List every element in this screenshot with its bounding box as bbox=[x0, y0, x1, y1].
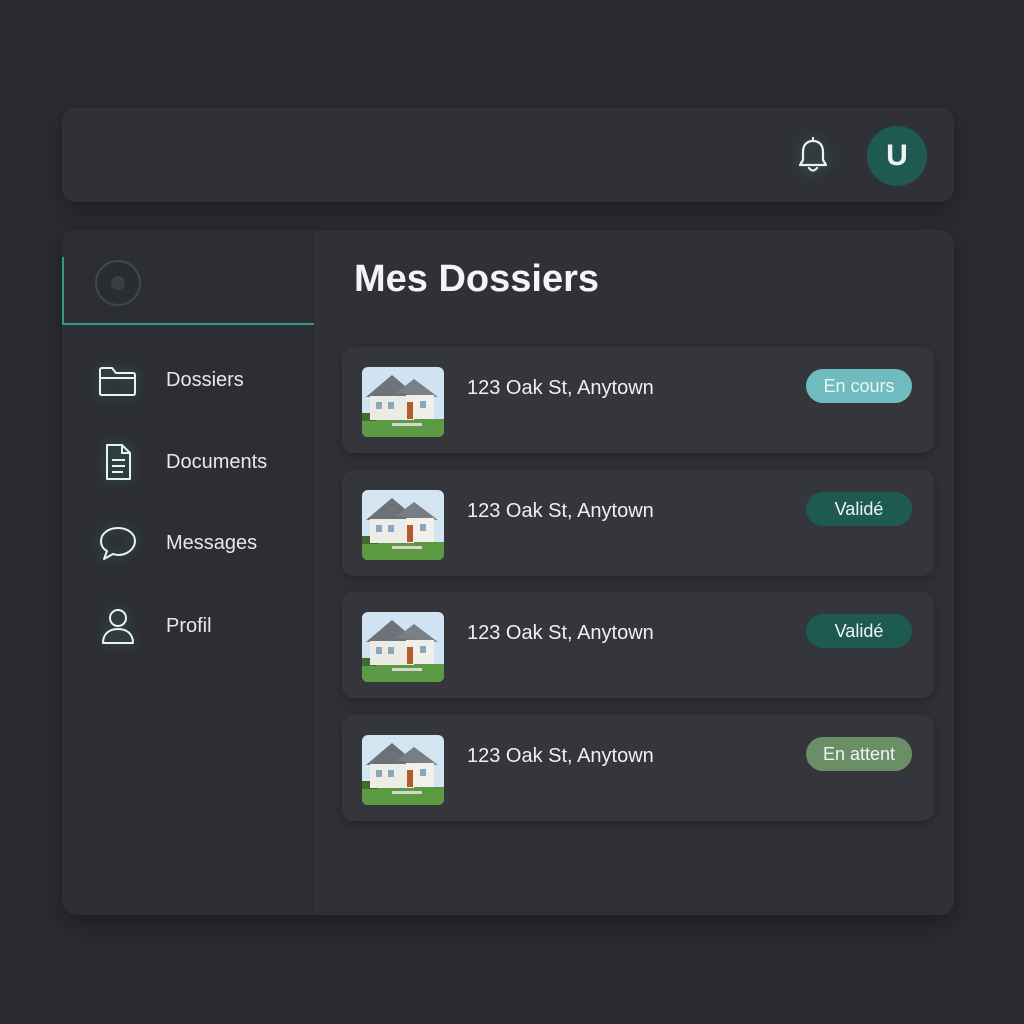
sidebar-item-messages[interactable]: Messages bbox=[62, 515, 314, 571]
house-thumbnail bbox=[362, 735, 444, 805]
row-address: 123 Oak St, Anytown bbox=[467, 377, 654, 399]
page-title: Mes Dossiers bbox=[354, 258, 600, 300]
list-item[interactable]: 123 Oak St, Anytown En attent bbox=[342, 715, 934, 821]
list-item[interactable]: 123 Oak St, Anytown Validé bbox=[342, 470, 934, 576]
main-panel: Dossiers Documents Messages Profil Mes D… bbox=[62, 230, 954, 915]
status-badge: Validé bbox=[806, 492, 912, 526]
row-address: 123 Oak St, Anytown bbox=[467, 622, 654, 644]
logo-area bbox=[62, 257, 314, 325]
row-address: 123 Oak St, Anytown bbox=[467, 745, 654, 767]
avatar[interactable]: U bbox=[867, 126, 927, 186]
status-badge: En attent bbox=[806, 737, 912, 771]
list-item[interactable]: 123 Oak St, Anytown Validé bbox=[342, 592, 934, 698]
house-thumbnail bbox=[362, 367, 444, 437]
house-thumbnail bbox=[362, 612, 444, 682]
avatar-initial: U bbox=[886, 139, 908, 172]
list-item[interactable]: 123 Oak St, Anytown En cours bbox=[342, 347, 934, 453]
house-thumbnail bbox=[362, 490, 444, 560]
chat-bubble-icon bbox=[97, 522, 139, 564]
sidebar-item-label: Messages bbox=[166, 531, 258, 554]
sidebar-item-label: Documents bbox=[166, 450, 268, 473]
status-badge: En cours bbox=[806, 369, 912, 403]
sidebar-item-documents[interactable]: Documents bbox=[62, 434, 314, 490]
row-address: 123 Oak St, Anytown bbox=[467, 500, 654, 522]
user-icon bbox=[97, 605, 139, 647]
document-icon bbox=[97, 441, 139, 483]
sidebar-item-profil[interactable]: Profil bbox=[62, 598, 314, 654]
folder-icon bbox=[97, 359, 139, 401]
sidebar-item-dossiers[interactable]: Dossiers bbox=[62, 352, 314, 408]
sidebar-item-label: Dossiers bbox=[166, 368, 244, 391]
bell-icon[interactable] bbox=[795, 136, 831, 176]
sidebar-item-label: Profil bbox=[166, 614, 212, 637]
logo-circle-icon bbox=[95, 260, 141, 306]
sidebar: Dossiers Documents Messages Profil bbox=[62, 230, 314, 915]
status-badge: Validé bbox=[806, 614, 912, 648]
